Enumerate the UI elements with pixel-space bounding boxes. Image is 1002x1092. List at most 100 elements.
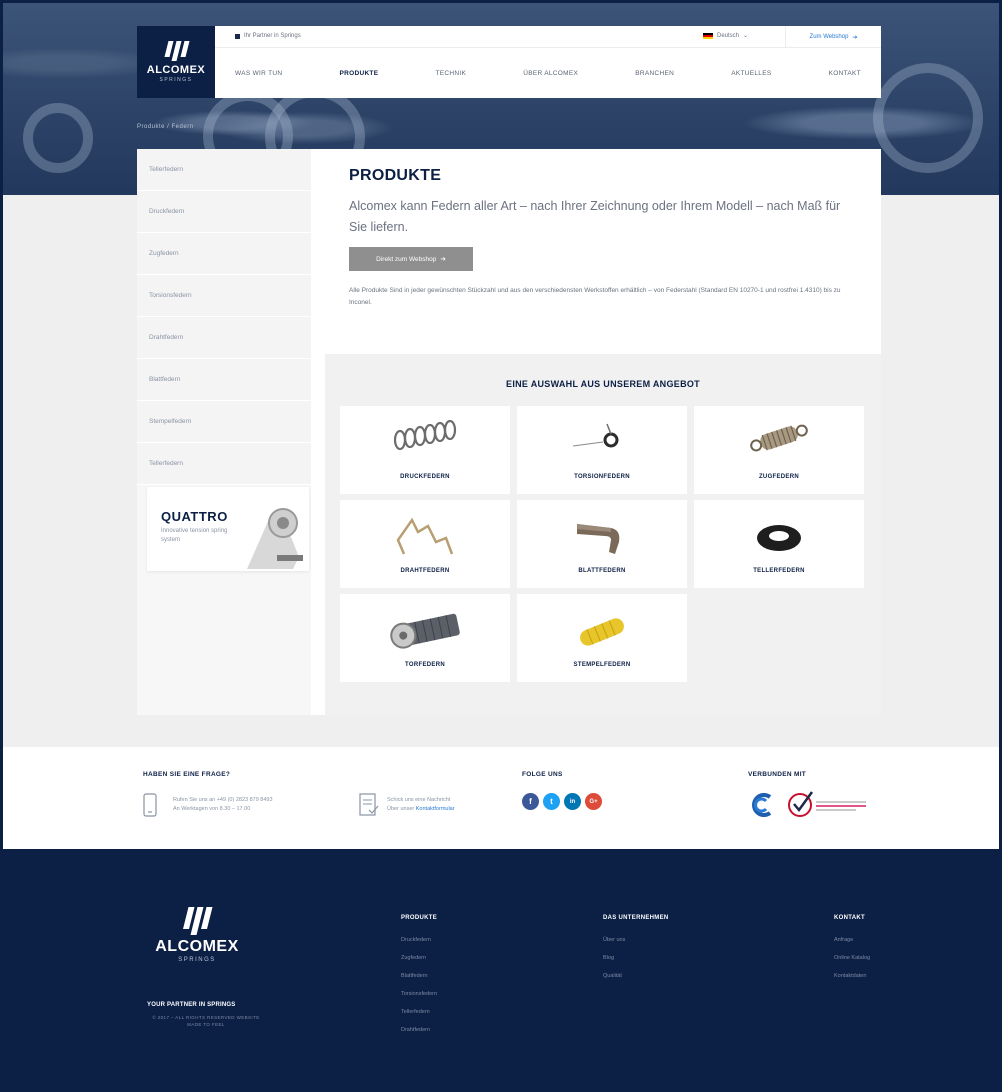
leaf-spring-icon [577,524,620,554]
card-label: DRAHTFEDERN [400,568,450,574]
product-card-torsionfedern[interactable]: TORSIONFEDERN [517,406,687,494]
sidebar-item[interactable]: Blattfedern [137,359,311,401]
contact-band: HABEN SIE EINE FRAGE? Rufen Sie uns an +… [3,747,999,849]
question-heading: HABEN SIE EINE FRAGE? [143,771,231,778]
footer-link[interactable]: Online Katalog [834,955,870,961]
intro-content: PRODUKTE Alcomex kann Federn aller Art –… [325,149,881,354]
footer-link[interactable]: Kontaktdaten [834,973,866,979]
footer-link[interactable]: Über uns [603,937,625,943]
message-text: Schick uns eine Nachricht Über unser Kon… [387,796,455,814]
nav-item-produkte[interactable]: PRODUKTE [339,70,378,77]
card-label: TELLERFEDERN [753,568,805,574]
facebook-icon[interactable]: f [522,793,539,810]
footer-link[interactable]: Qualität [603,973,622,979]
footer-col-unternehmen-heading: DAS UNTERNEHMEN [603,915,669,921]
hero-gear [23,103,93,173]
card-label: BLATTFEDERN [578,568,626,574]
chevron-down-icon: ⌄ [743,33,749,39]
footer-link[interactable]: Druckfedern [401,937,431,943]
logo-mark-icon [163,41,189,61]
phone-line-2: An Werktagen von 8.30 – 17.00 [173,806,251,812]
nav-item-branchen[interactable]: BRANCHEN [635,70,674,77]
nav-item-technik[interactable]: TECHNIK [435,70,466,77]
footer-link[interactable]: Drahtfedern [401,1027,430,1033]
message-form-icon [359,793,379,816]
main-navigation: Ihr Partner in Springs Deutsch ⌄ Zum Web… [215,26,881,98]
sidebar-item[interactable]: Torsionsfedern [137,275,311,317]
phone-icon [143,793,157,817]
contact-form-link[interactable]: Kontaktformular [416,806,455,812]
card-label: TORFEDERN [405,662,445,668]
quattro-product-image [247,508,303,569]
connected-heading: VERBUNDEN MIT [748,771,807,778]
product-card-drahtfedern[interactable]: DRAHTFEDERN [340,500,510,588]
main-panel: Tellerfedern Druckfedern Zugfedern Torsi… [137,149,881,715]
nav-item-was-wir-tun[interactable]: WAS WIR TUN [235,70,282,77]
card-label: ZUGFEDERN [758,474,800,480]
product-card-tellerfedern[interactable]: TELLERFEDERN [694,500,864,588]
sidebar-item[interactable]: Drahtfedern [137,317,311,359]
breadcrumb[interactable]: Produkte / Federn [137,124,194,130]
quattro-promo[interactable]: QUATTRO Innovative tension spring system [147,487,309,571]
footer-link[interactable]: Tellerfedern [401,1009,430,1015]
webshop-button[interactable]: Direkt zum Webshop ➔ [349,247,473,271]
lead-text: Alcomex kann Federn aller Art – nach Ihr… [349,199,841,234]
sidebar-item[interactable]: Tellerfedern [137,149,311,191]
sidebar-item[interactable]: Druckfedern [137,191,311,233]
partner-logo-2-icon[interactable] [786,789,872,819]
nav-item-ueber-alcomex[interactable]: ÜBER ALCOMEX [523,70,578,77]
follow-heading: FOLGE UNS [522,771,563,778]
nav-item-kontakt[interactable]: KONTAKT [829,70,861,77]
footer: ALCOMEX SPRINGS YOUR PARTNER IN SPRINGS … [3,849,999,1089]
sidebar: Tellerfedern Druckfedern Zugfedern Torsi… [137,149,311,715]
card-label: TORSIONFEDERN [574,474,630,480]
footer-link[interactable]: Blog [603,955,614,961]
message-line-1: Schick uns eine Nachricht [387,797,451,803]
compression-spring-icon [393,420,457,451]
nav-items: WAS WIR TUN PRODUKTE TECHNIK ÜBER ALCOME… [215,48,881,98]
footer-link[interactable]: Anfrage [834,937,853,943]
product-card-zugfedern[interactable]: ZUGFEDERN [694,406,864,494]
sidebar-item[interactable]: Zugfedern [137,233,311,275]
extension-spring-icon [750,424,808,452]
top-bar: Ihr Partner in Springs Deutsch ⌄ Zum Web… [215,26,881,48]
offer-title: EINE AUSWAHL AUS UNSEREM ANGEBOT [506,379,700,389]
tagline-text: Ihr Partner in Springs [244,33,301,39]
torsion-spring-icon [572,423,619,448]
logo-text: ALCOMEX [146,64,206,76]
language-label: Deutsch [717,32,740,39]
language-selector[interactable]: Deutsch ⌄ [703,32,748,39]
footer-logo[interactable]: ALCOMEX SPRINGS [145,907,249,963]
product-card-blattfedern[interactable]: BLATTFEDERN [517,500,687,588]
footer-link[interactable]: Zugfedern [401,955,426,961]
webshop-link[interactable]: Zum Webshop ➔ [785,26,881,48]
wire-spring-icon [396,517,454,555]
page-frame: Produkte / Federn ALCOMEX SPRINGS Ihr Pa… [0,0,1002,1092]
partner-logo-1-icon[interactable] [748,791,778,819]
site-logo[interactable]: ALCOMEX SPRINGS [137,26,215,98]
stamp-spring-icon [580,618,624,646]
footer-col-produkte-heading: PRODUKTE [401,915,438,921]
sidebar-item[interactable]: Tellerfedern [137,443,311,485]
logo-sub: SPRINGS [159,77,193,83]
google-plus-icon[interactable]: G+ [585,793,602,810]
phone-line-1[interactable]: Rufen Sie uns an +49 (0) 2823 879 8493 [173,796,273,805]
sidebar-item[interactable]: Stempelfedern [137,401,311,443]
product-card-torfedern[interactable]: TORFEDERN [340,594,510,682]
promo-title: QUATTRO [161,509,228,524]
door-spring-icon [390,613,460,649]
product-card-stempelfedern[interactable]: STEMPELFEDERN [517,594,687,682]
nav-item-aktuelles[interactable]: AKTUELLES [731,70,771,77]
product-card-druckfedern[interactable]: DRUCKFEDERN [340,406,510,494]
linkedin-icon[interactable]: in [564,793,581,810]
twitter-icon[interactable]: t [543,793,560,810]
footer-link[interactable]: Blattfedern [401,973,428,979]
card-label: DRUCKFEDERN [400,474,450,480]
product-offer-section: EINE AUSWAHL AUS UNSEREM ANGEBOT DRUCKFE… [325,354,881,715]
footer-link[interactable]: Torsionsfedern [401,991,437,997]
webshop-button-label: Direkt zum Webshop [376,255,437,263]
top-tagline: Ihr Partner in Springs [235,33,301,39]
german-flag-icon [703,32,713,39]
arrow-right-icon: ➔ [440,256,446,263]
hero-gear [873,63,983,173]
